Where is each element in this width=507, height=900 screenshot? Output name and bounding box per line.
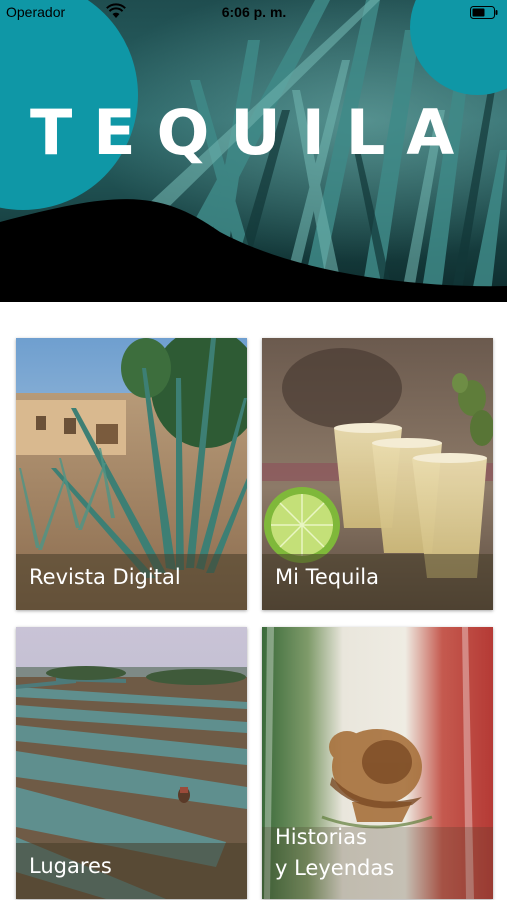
- status-bar: Operador 6:06 p. m.: [0, 0, 507, 26]
- tile-label: Lugares: [29, 854, 112, 878]
- tile-historias-y-leyendas[interactable]: Historias y Leyendas: [262, 627, 493, 899]
- hero-header: TEQUILA: [0, 0, 507, 302]
- tile-label-line2: y Leyendas: [275, 856, 395, 880]
- tile-label: Revista Digital: [29, 565, 181, 589]
- tile-label-line1: Historias: [275, 825, 367, 849]
- status-time: 6:06 p. m.: [221, 4, 287, 20]
- tile-label: Mi Tequila: [275, 565, 379, 589]
- tile-lugares[interactable]: Lugares: [16, 627, 247, 899]
- battery-icon: [470, 6, 498, 19]
- tile-mi-tequila[interactable]: Mi Tequila: [262, 338, 493, 610]
- wifi-icon: [106, 3, 126, 18]
- tile-revista-digital[interactable]: Revista Digital: [16, 338, 247, 610]
- carrier-name: Operador: [6, 4, 66, 20]
- app-title: TEQUILA: [30, 96, 476, 169]
